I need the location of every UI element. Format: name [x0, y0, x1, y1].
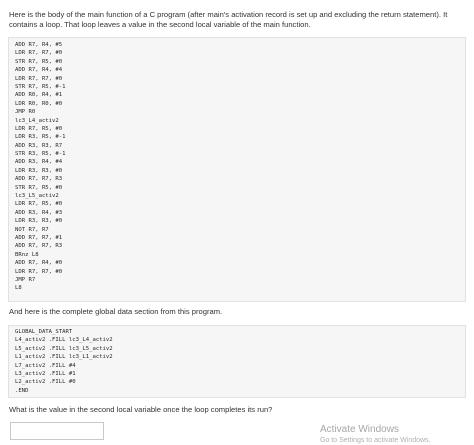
code-line: ADD R3, R4, #4 [15, 159, 63, 166]
code-line: JMP R0 [15, 109, 36, 116]
code-line: ADD R3, R4, #3 [15, 209, 63, 216]
code-line: lc3_L4_activ2 [15, 117, 59, 124]
main-function-code-block: ADD R7, R4, #5 LDR R7, R7, #0 STR R7, R5, … [8, 37, 466, 302]
code-line: LDR R7, R7, #0 [15, 75, 63, 82]
code-line: L2_activ2 .FILL #0 [15, 379, 76, 386]
code-line: ADD R3, R3, R7 [15, 142, 63, 149]
code-line: ADD R7, R4, #5 [15, 42, 63, 48]
code-line: ADD R0, R4, #1 [15, 92, 63, 99]
code-line: lc3_L5_activ2 [15, 193, 59, 200]
global-data-code-block: GLOBAL_DATA_START L4_activ2 .FILL lc3_L4_… [8, 325, 466, 398]
activation-watermark-subtitle: Go to Settings to activate Windows. [320, 437, 431, 444]
activation-watermark-title: Activate Windows [320, 424, 399, 435]
code-line: ADD R7, R7, #1 [15, 234, 63, 241]
global-data-intro: And here is the complete global data sec… [9, 307, 223, 316]
code-line: LDR R3, R5, #-1 [15, 134, 66, 141]
code-line: L1_activ2 .FILL lc3_L1_activ2 [15, 354, 113, 361]
code-line: L8 [15, 285, 22, 292]
code-line: GLOBAL_DATA_START [15, 329, 73, 335]
answer-input[interactable] [10, 422, 104, 440]
intro-paragraph: Here is the body of the main function of… [9, 10, 448, 29]
question-text: What is the value in the second local va… [9, 405, 273, 414]
code-line: LDR R7, R7, #0 [15, 268, 63, 275]
code-line: LDR R0, R0, #0 [15, 100, 63, 107]
code-line: JMP R7 [15, 276, 36, 283]
code-line: L3_activ2 .FILL #1 [15, 370, 76, 377]
code-line: LDR R7, R7, #0 [15, 50, 63, 57]
code-line: ADD R7, R4, #4 [15, 67, 63, 74]
code-line: ADD R7, R4, #0 [15, 260, 63, 267]
code-line: STR R7, R5, #0 [15, 184, 63, 191]
code-line: L5_activ2 .FILL lc3_L5_activ2 [15, 345, 113, 352]
code-line: ADD R7, R7, R3 [15, 176, 63, 183]
code-line: LDR R7, R5, #0 [15, 125, 63, 132]
code-line: L4_activ2 .FILL lc3_L4_activ2 [15, 337, 113, 344]
code-line: ADD R7, R7, R3 [15, 243, 63, 250]
code-line: STR R7, R5, #0 [15, 58, 63, 65]
code-line: BRnz L8 [15, 251, 39, 258]
code-line: .END [15, 387, 29, 394]
code-line: LDR R3, R3, #0 [15, 167, 63, 174]
code-line: NOT R7, R7 [15, 226, 49, 233]
code-line: LDR R3, R3, #0 [15, 218, 63, 225]
code-line: LDR R7, R5, #0 [15, 201, 63, 208]
code-line: STR R3, R5, #-1 [15, 151, 66, 158]
code-line: STR R7, R5, #-1 [15, 83, 66, 90]
code-line: L7_activ2 .FILL #4 [15, 362, 76, 369]
